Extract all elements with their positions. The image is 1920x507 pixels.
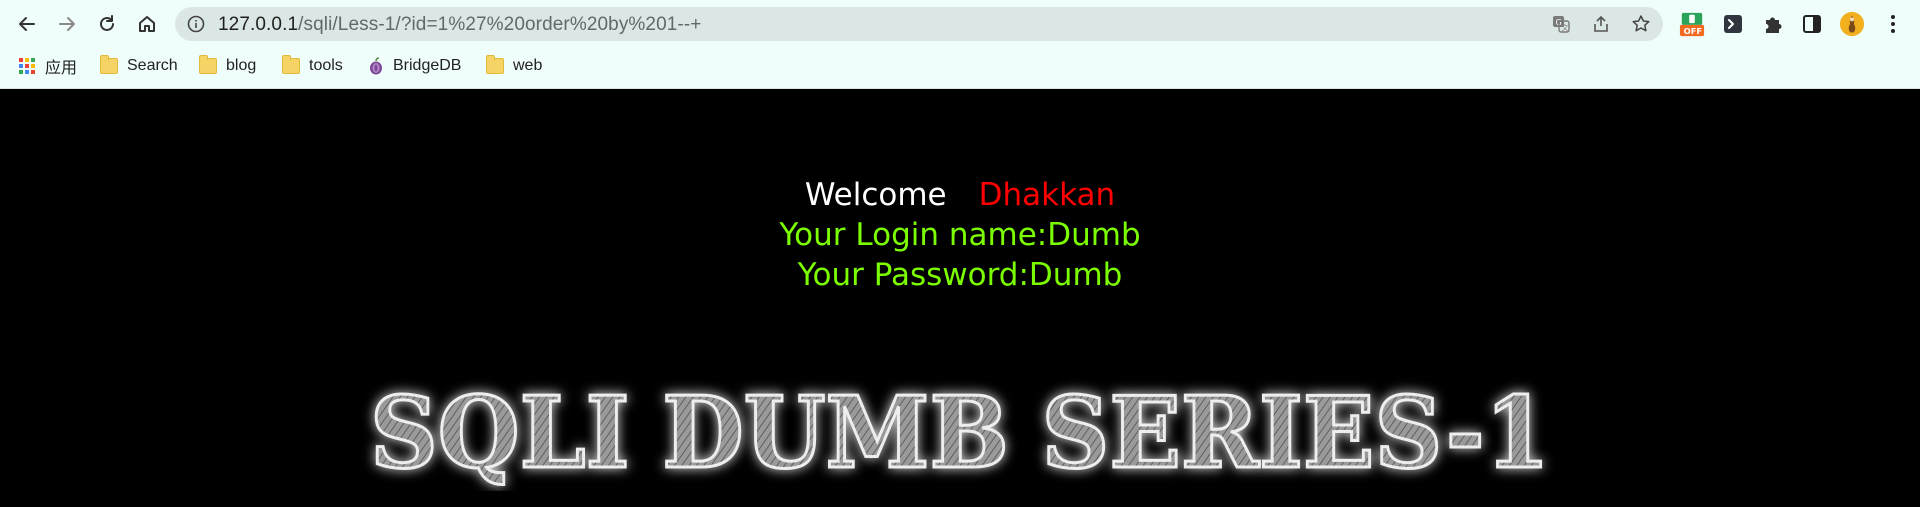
bookmark-bridgedb[interactable]: BridgeDB	[368, 54, 461, 78]
folder-icon	[282, 55, 300, 74]
apps-grid-icon	[18, 57, 36, 75]
bookmark-apps[interactable]: 应用	[18, 54, 77, 78]
svg-text:文: 文	[1562, 23, 1569, 32]
translate-icon[interactable]: G文	[1551, 14, 1571, 34]
bookmark-label: BridgeDB	[393, 57, 462, 74]
folder-icon	[199, 55, 217, 74]
bookmark-search[interactable]: Search	[100, 54, 178, 78]
onion-icon	[368, 57, 384, 75]
page-content: Welcome Dhakkan Your Login name:Dumb Your…	[0, 89, 1920, 507]
login-name-line: Your Login name:Dumb	[779, 217, 1141, 253]
share-icon[interactable]	[1591, 14, 1611, 34]
terminal-icon[interactable]	[1720, 11, 1746, 37]
avatar[interactable]	[1839, 11, 1865, 37]
arrow-right-icon	[59, 17, 75, 31]
url-path: /sqli/Less-1/?id=1%27%20order%20by%201--…	[298, 14, 702, 35]
back-button[interactable]	[12, 9, 42, 39]
extension-off-button[interactable]: OFF	[1679, 11, 1705, 37]
url-host: 127.0.0.1	[218, 14, 299, 35]
star-icon[interactable]	[1631, 14, 1651, 34]
puzzle-icon[interactable]	[1760, 11, 1786, 37]
address-bar[interactable]: 127.0.0.1/sqli/Less-1/?id=1%27%20order%2…	[175, 7, 1663, 41]
info-icon[interactable]	[187, 15, 205, 33]
welcome-name: Dhakkan	[978, 177, 1116, 213]
reload-button[interactable]	[92, 9, 122, 39]
side-panel-icon[interactable]	[1799, 11, 1825, 37]
extension-off-badge: OFF	[1684, 26, 1703, 36]
forward-button[interactable]	[52, 9, 82, 39]
reload-icon	[100, 15, 114, 31]
bookmark-label: web	[513, 57, 543, 74]
bookmark-web[interactable]: web	[486, 54, 542, 78]
home-icon	[139, 16, 155, 32]
password-line: Your Password:Dumb	[797, 257, 1123, 293]
bookmark-label: tools	[309, 57, 343, 74]
bookmarks-bar: 应用 Search blog tools BridgeDB web	[0, 52, 1920, 80]
folder-icon	[486, 55, 504, 74]
bookmark-blog[interactable]: blog	[199, 54, 256, 78]
welcome-label: Welcome	[804, 177, 947, 213]
sqli-dumb-series-banner: SQLI DUMB SERIES-1	[369, 375, 1552, 492]
bookmark-tools[interactable]: tools	[282, 54, 343, 78]
arrow-left-icon	[19, 17, 35, 31]
welcome-line: Welcome Dhakkan	[0, 175, 1920, 215]
browser-toolbar: 127.0.0.1/sqli/Less-1/?id=1%27%20order%2…	[0, 0, 1920, 48]
browser-chrome: 127.0.0.1/sqli/Less-1/?id=1%27%20order%2…	[0, 0, 1920, 89]
bookmark-label: Search	[127, 57, 178, 74]
folder-icon	[100, 55, 118, 74]
kebab-menu-icon[interactable]	[1880, 11, 1906, 37]
banner-text: SQLI DUMB SERIES-1	[370, 376, 1550, 491]
home-button[interactable]	[132, 9, 162, 39]
bookmark-label: 应用	[45, 60, 78, 77]
url-text[interactable]: 127.0.0.1/sqli/Less-1/?id=1%27%20order%2…	[218, 14, 701, 36]
bookmark-label: blog	[226, 57, 257, 74]
